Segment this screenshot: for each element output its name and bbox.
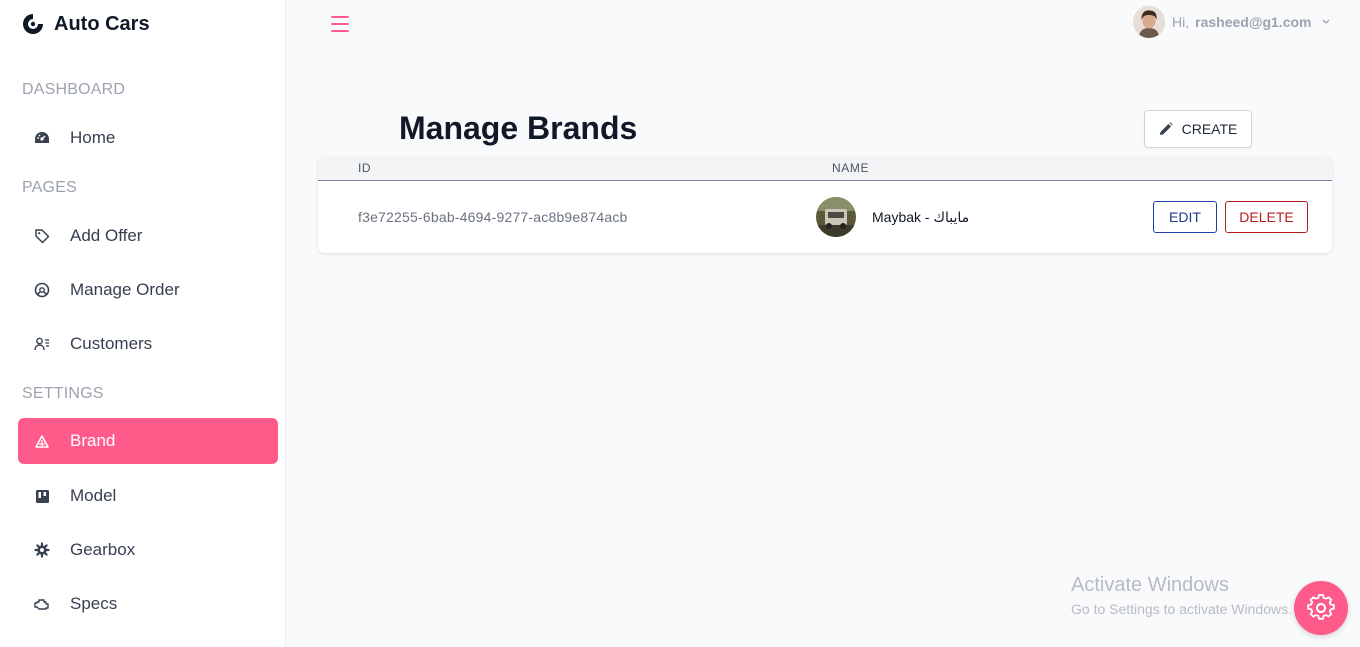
- chevron-down-icon: [1322, 17, 1332, 27]
- create-button[interactable]: CREATE: [1144, 110, 1252, 148]
- sidebar-item-label: Customers: [70, 334, 153, 353]
- watermark-title: Activate Windows: [1071, 574, 1229, 596]
- customers-icon: [34, 336, 50, 352]
- menu-bar: [331, 16, 349, 18]
- gear-icon: [1307, 594, 1335, 620]
- brands-table: ID NAME f3e72255-6bab-4694-9277-ac8b9e87…: [318, 157, 1332, 253]
- pencil-icon: [1159, 122, 1173, 135]
- sidebar-item-label: Specs: [70, 594, 118, 613]
- cell-id: f3e72255-6bab-4694-9277-ac8b9e874acb: [358, 209, 628, 225]
- edit-button[interactable]: EDIT: [1153, 201, 1217, 233]
- page-title: Manage Brands: [399, 110, 638, 146]
- sidebar-item-label: Add Offer: [70, 226, 143, 245]
- section-dashboard: DASHBOARD: [22, 81, 126, 98]
- sidebar-item-customers[interactable]: Customers: [18, 321, 278, 367]
- section-settings: SETTINGS: [22, 385, 104, 402]
- sidebar-item-label: Home: [70, 128, 116, 147]
- section-pages: PAGES: [22, 179, 77, 196]
- app-brand[interactable]: Auto Cars: [22, 12, 150, 36]
- sidebar-item-model[interactable]: Model: [18, 473, 278, 519]
- delete-button[interactable]: DELETE: [1225, 201, 1308, 233]
- order-icon: [34, 282, 50, 298]
- table-header: ID NAME: [318, 157, 1332, 181]
- sidebar-item-gearbox[interactable]: Gearbox: [18, 527, 278, 573]
- app-title: Auto Cars: [54, 12, 150, 35]
- sidebar-item-add-offer[interactable]: Add Offer: [18, 213, 278, 259]
- menu-bar: [331, 23, 349, 25]
- sidebar-item-label: Gearbox: [70, 540, 136, 559]
- avatar: [1133, 6, 1165, 38]
- create-button-label: CREATE: [1181, 121, 1238, 137]
- sidebar: Auto Cars DASHBOARD Home PAGES Add Offer…: [0, 0, 286, 647]
- engine-icon: [34, 596, 50, 612]
- sidebar-item-manage-order[interactable]: Manage Order: [18, 267, 278, 313]
- cell-name: Maybak - مايباك: [872, 209, 970, 225]
- sidebar-item-brand[interactable]: Brand: [18, 418, 278, 464]
- settings-fab-button[interactable]: [1294, 581, 1348, 635]
- sidebar-item-label: Manage Order: [70, 280, 180, 299]
- sidebar-item-label: Brand: [70, 431, 116, 450]
- sidebar-item-label: Model: [70, 486, 117, 505]
- user-greeting: Hi,: [1172, 14, 1190, 30]
- gear-icon: [34, 542, 50, 558]
- app-logo-icon: [22, 13, 44, 35]
- column-header-id[interactable]: ID: [358, 161, 371, 175]
- model-icon: [34, 488, 50, 504]
- speedometer-icon: [34, 130, 50, 146]
- menu-bar: [331, 30, 349, 32]
- brand-icon: [34, 433, 50, 449]
- brand-image: [816, 197, 856, 237]
- user-menu[interactable]: Hi, rasheed@g1.com: [1133, 6, 1332, 38]
- activate-windows-watermark: Activate Windows Go to Settings to activ…: [1071, 574, 1292, 617]
- watermark-subtitle: Go to Settings to activate Windows.: [1071, 601, 1292, 617]
- tag-icon: [34, 228, 50, 244]
- column-header-name[interactable]: NAME: [832, 161, 869, 175]
- sidebar-item-specs[interactable]: Specs: [18, 581, 278, 627]
- user-email: rasheed@g1.com: [1195, 14, 1312, 30]
- sidebar-item-home[interactable]: Home: [18, 115, 278, 161]
- menu-toggle-icon[interactable]: [331, 16, 349, 32]
